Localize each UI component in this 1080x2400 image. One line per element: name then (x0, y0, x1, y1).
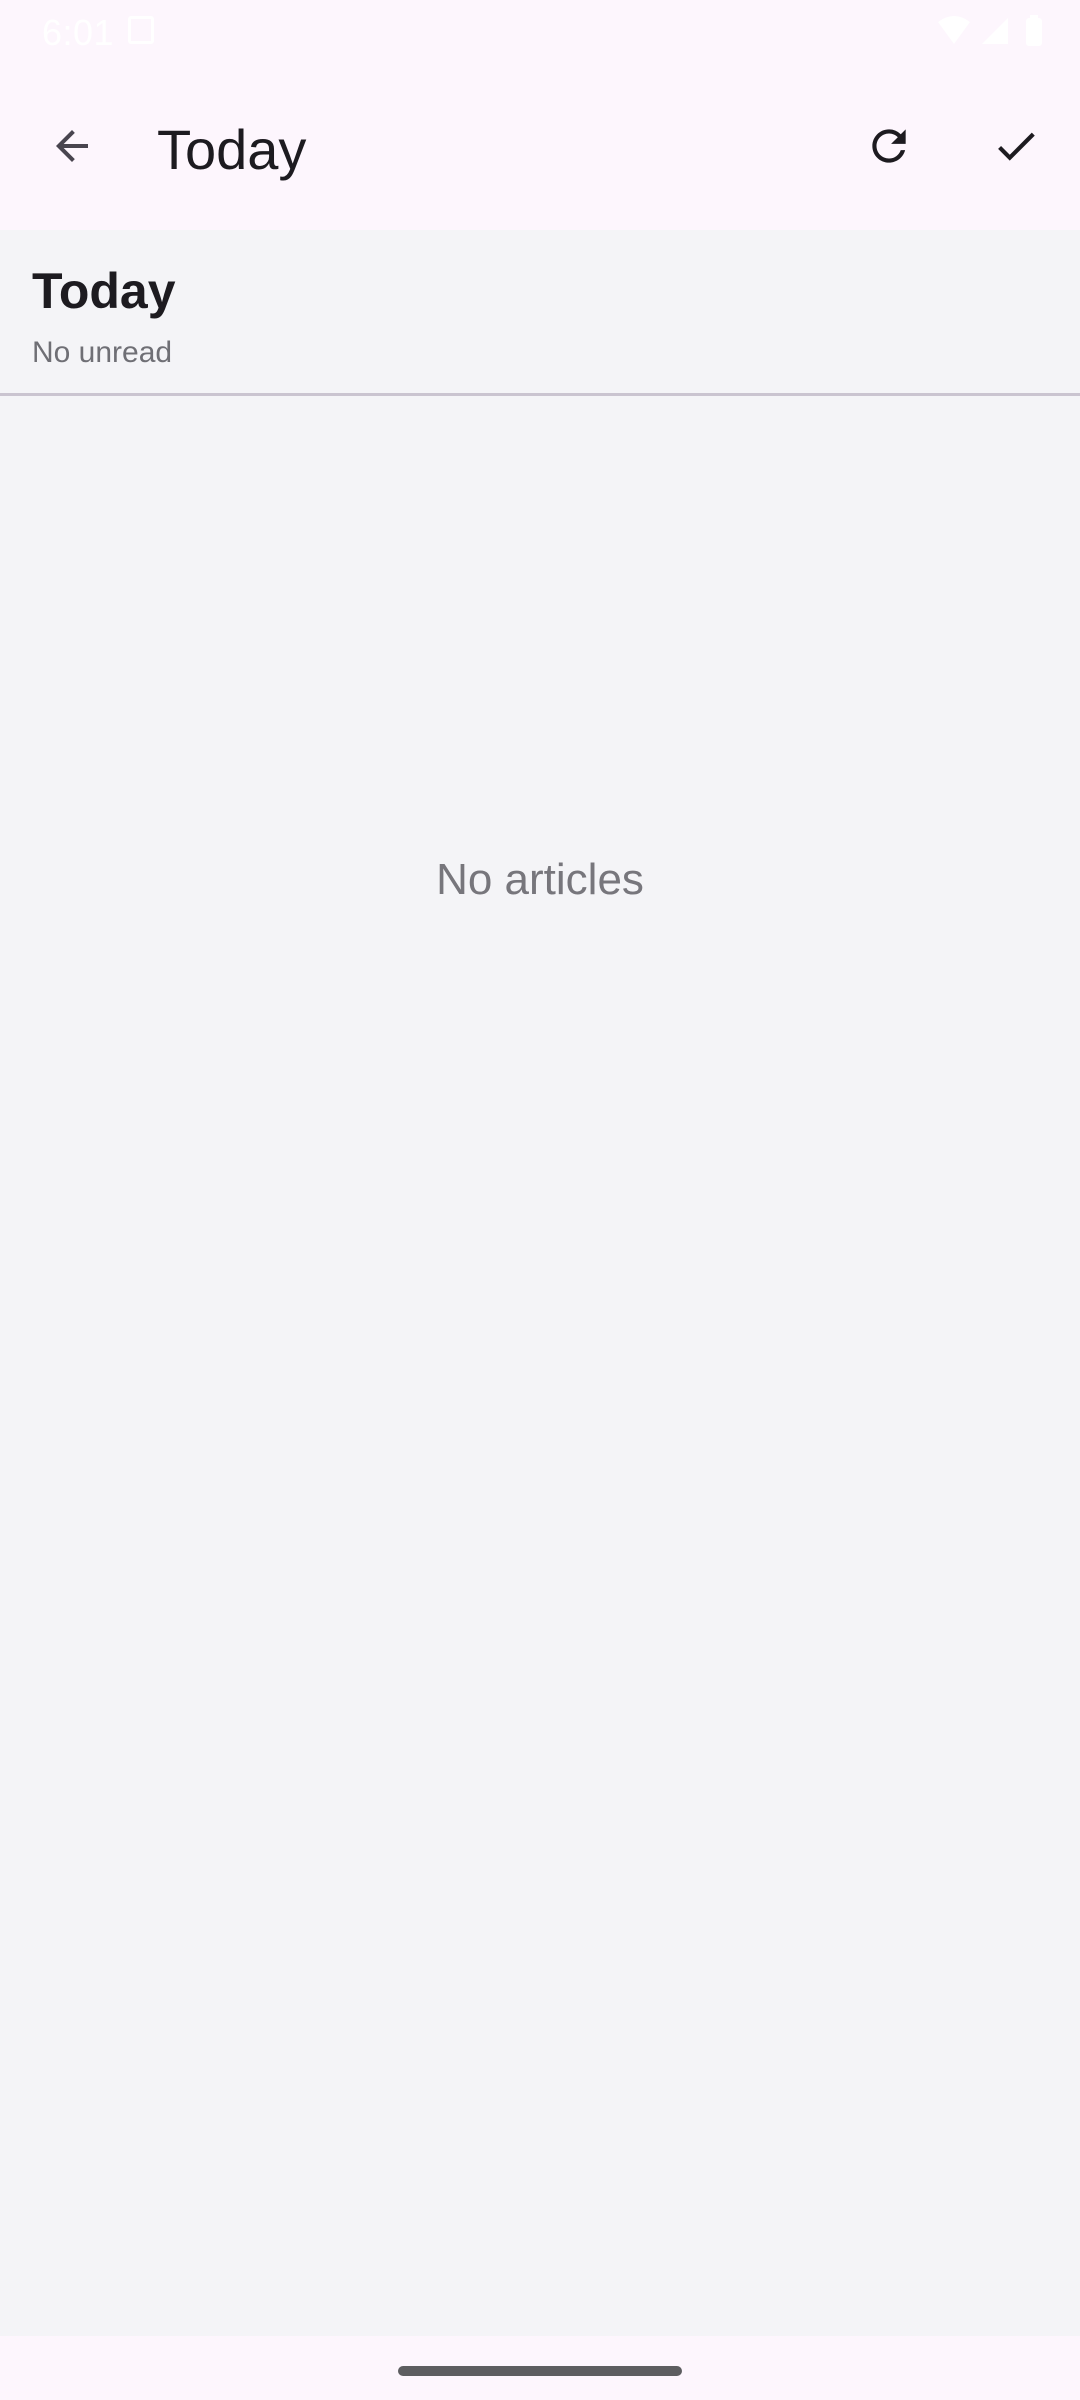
status-icons-svg (938, 15, 1042, 46)
section-title: Today (32, 263, 176, 319)
mark-all-read-button[interactable] (968, 98, 1064, 194)
check-icon (998, 132, 1035, 161)
app-bar: Today (0, 62, 1080, 230)
status-bar: 6:01 (0, 0, 1080, 62)
status-icons (936, 14, 1046, 48)
status-time: 6:01 (42, 12, 115, 53)
back-button[interactable] (24, 98, 120, 194)
empty-state-message: No articles (436, 855, 644, 904)
home-gesture-handle[interactable] (398, 2366, 682, 2376)
unread-count-label: No unread (32, 336, 173, 369)
sim-card-icon (128, 16, 154, 44)
arrow-back-icon (56, 130, 88, 162)
page-title: Today (157, 118, 307, 181)
refresh-button[interactable] (841, 98, 937, 194)
signal-icon (982, 18, 1008, 44)
battery-icon (1026, 18, 1042, 46)
navigation-bar (0, 2336, 1080, 2400)
wifi-icon (938, 16, 970, 44)
section-header: Today No unread (0, 230, 1080, 396)
refresh-icon (872, 129, 906, 163)
